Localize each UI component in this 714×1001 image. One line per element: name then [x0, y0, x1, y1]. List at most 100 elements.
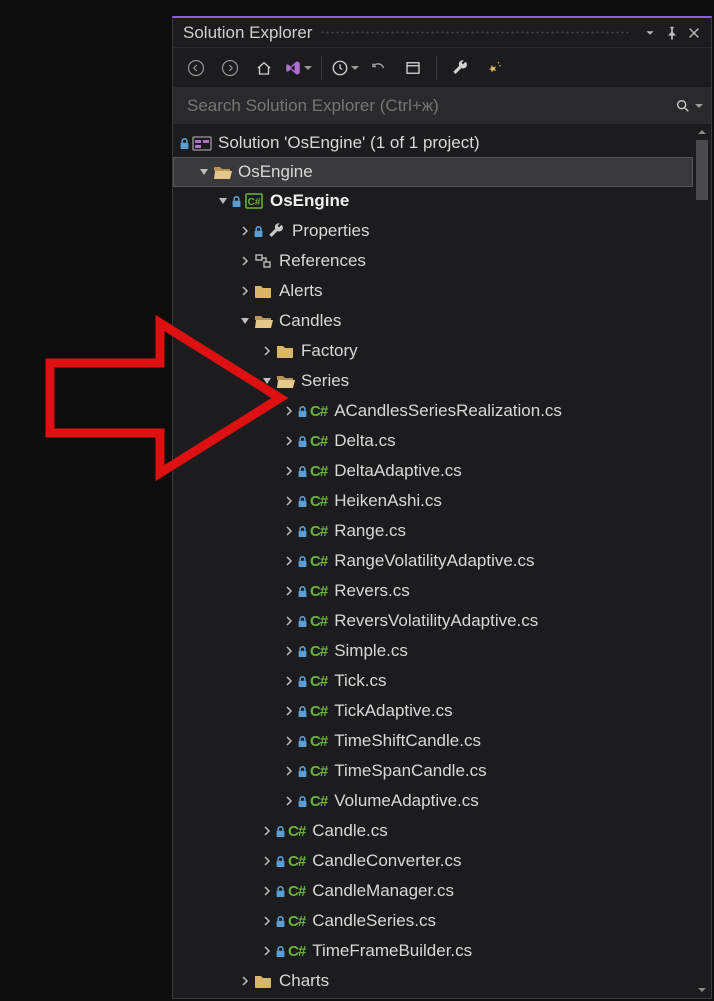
file-node[interactable]: C# TimeFrameBuilder.cs	[173, 936, 693, 966]
csharp-file-icon: C#	[310, 553, 327, 570]
expand-icon[interactable]	[281, 433, 297, 449]
expand-icon[interactable]	[281, 673, 297, 689]
window-position-dropdown[interactable]	[639, 22, 661, 44]
expand-icon[interactable]	[281, 553, 297, 569]
file-node[interactable]: C# Tick.cs	[173, 666, 693, 696]
solution-label: Solution 'OsEngine' (1 of 1 project)	[218, 133, 480, 153]
scroll-track[interactable]	[693, 140, 711, 982]
search-input[interactable]	[185, 95, 675, 117]
lock-icon	[297, 705, 308, 718]
folder-open-icon	[212, 163, 232, 181]
show-all-files-button[interactable]	[398, 53, 428, 83]
expand-icon[interactable]	[196, 164, 212, 180]
folder-alerts[interactable]: Alerts	[173, 276, 693, 306]
file-node[interactable]: C# ACandlesSeriesRealization.cs	[173, 396, 693, 426]
expand-icon[interactable]	[281, 523, 297, 539]
file-node[interactable]: C# Revers.cs	[173, 576, 693, 606]
pin-button[interactable]	[661, 22, 683, 44]
project-folder-node[interactable]: OsEngine	[173, 157, 693, 187]
lock-icon	[231, 195, 242, 208]
file-label: Simple.cs	[334, 641, 408, 661]
file-node[interactable]: C# CandleManager.cs	[173, 876, 693, 906]
pending-changes-filter-button[interactable]	[330, 53, 360, 83]
expand-icon[interactable]	[259, 853, 275, 869]
lock-icon	[297, 555, 308, 568]
expand-icon[interactable]	[259, 343, 275, 359]
folder-series[interactable]: Series	[173, 366, 693, 396]
file-node[interactable]: C# Delta.cs	[173, 426, 693, 456]
expand-icon[interactable]	[281, 613, 297, 629]
expand-icon[interactable]	[259, 943, 275, 959]
file-label: TimeShiftCandle.cs	[334, 731, 481, 751]
csharp-file-icon: C#	[310, 733, 327, 750]
vertical-scrollbar[interactable]	[693, 124, 711, 998]
lock-icon	[297, 495, 308, 508]
file-node[interactable]: C# TimeShiftCandle.cs	[173, 726, 693, 756]
expand-icon[interactable]	[237, 973, 253, 989]
folder-charts[interactable]: Charts	[173, 966, 693, 996]
expand-icon[interactable]	[281, 643, 297, 659]
file-node[interactable]: C# ReversVolatilityAdaptive.cs	[173, 606, 693, 636]
expand-icon[interactable]	[281, 703, 297, 719]
node-label: OsEngine	[238, 162, 313, 182]
close-button[interactable]	[683, 22, 705, 44]
csharp-file-icon: C#	[310, 703, 327, 720]
switch-views-button[interactable]	[283, 53, 313, 83]
expand-icon[interactable]	[237, 313, 253, 329]
csharp-file-icon: C#	[288, 883, 305, 900]
expand-icon[interactable]	[281, 403, 297, 419]
file-node[interactable]: C# DeltaAdaptive.cs	[173, 456, 693, 486]
properties-node[interactable]: Properties	[173, 216, 693, 246]
references-node[interactable]: References	[173, 246, 693, 276]
lock-icon	[275, 825, 286, 838]
expand-icon[interactable]	[259, 913, 275, 929]
scroll-down-button[interactable]	[693, 982, 711, 998]
file-node[interactable]: C# Candle.cs	[173, 816, 693, 846]
lock-icon	[297, 615, 308, 628]
file-node[interactable]: C# CandleSeries.cs	[173, 906, 693, 936]
preview-button[interactable]	[479, 53, 509, 83]
separator	[321, 56, 322, 80]
expand-icon[interactable]	[259, 373, 275, 389]
expand-icon[interactable]	[237, 283, 253, 299]
csharp-file-icon: C#	[310, 793, 327, 810]
folder-factory[interactable]: Factory	[173, 336, 693, 366]
file-node[interactable]: C# HeikenAshi.cs	[173, 486, 693, 516]
csharp-file-icon: C#	[310, 463, 327, 480]
back-button[interactable]	[181, 53, 211, 83]
file-node[interactable]: C# VolumeAdaptive.cs	[173, 786, 693, 816]
expand-icon[interactable]	[281, 583, 297, 599]
folder-open-icon	[253, 312, 273, 330]
grip-strip[interactable]	[320, 30, 631, 36]
expand-icon[interactable]	[281, 463, 297, 479]
home-button[interactable]	[249, 53, 279, 83]
file-label: DeltaAdaptive.cs	[334, 461, 462, 481]
file-node[interactable]: C# CandleConverter.cs	[173, 846, 693, 876]
expand-icon[interactable]	[259, 883, 275, 899]
forward-button[interactable]	[215, 53, 245, 83]
file-node[interactable]: C# RangeVolatilityAdaptive.cs	[173, 546, 693, 576]
file-node[interactable]: C# TickAdaptive.cs	[173, 696, 693, 726]
sync-button[interactable]	[364, 53, 394, 83]
expand-icon[interactable]	[281, 793, 297, 809]
project-node[interactable]: OsEngine	[173, 186, 693, 216]
scroll-thumb[interactable]	[696, 140, 708, 200]
expand-icon[interactable]	[237, 223, 253, 239]
file-label: Tick.cs	[334, 671, 386, 691]
search-icon[interactable]	[675, 92, 703, 120]
node-label: Alerts	[279, 281, 322, 301]
expand-icon[interactable]	[281, 733, 297, 749]
expand-icon[interactable]	[215, 193, 231, 209]
expand-icon[interactable]	[259, 823, 275, 839]
scroll-up-button[interactable]	[693, 124, 711, 140]
expand-icon[interactable]	[281, 493, 297, 509]
properties-button[interactable]	[445, 53, 475, 83]
tree-view[interactable]: Solution 'OsEngine' (1 of 1 project) OsE…	[173, 124, 693, 998]
folder-candles[interactable]: Candles	[173, 306, 693, 336]
expand-icon[interactable]	[237, 253, 253, 269]
file-node[interactable]: C# Range.cs	[173, 516, 693, 546]
file-node[interactable]: C# Simple.cs	[173, 636, 693, 666]
expand-icon[interactable]	[281, 763, 297, 779]
file-node[interactable]: C# TimeSpanCandle.cs	[173, 756, 693, 786]
solution-node[interactable]: Solution 'OsEngine' (1 of 1 project)	[173, 128, 693, 158]
